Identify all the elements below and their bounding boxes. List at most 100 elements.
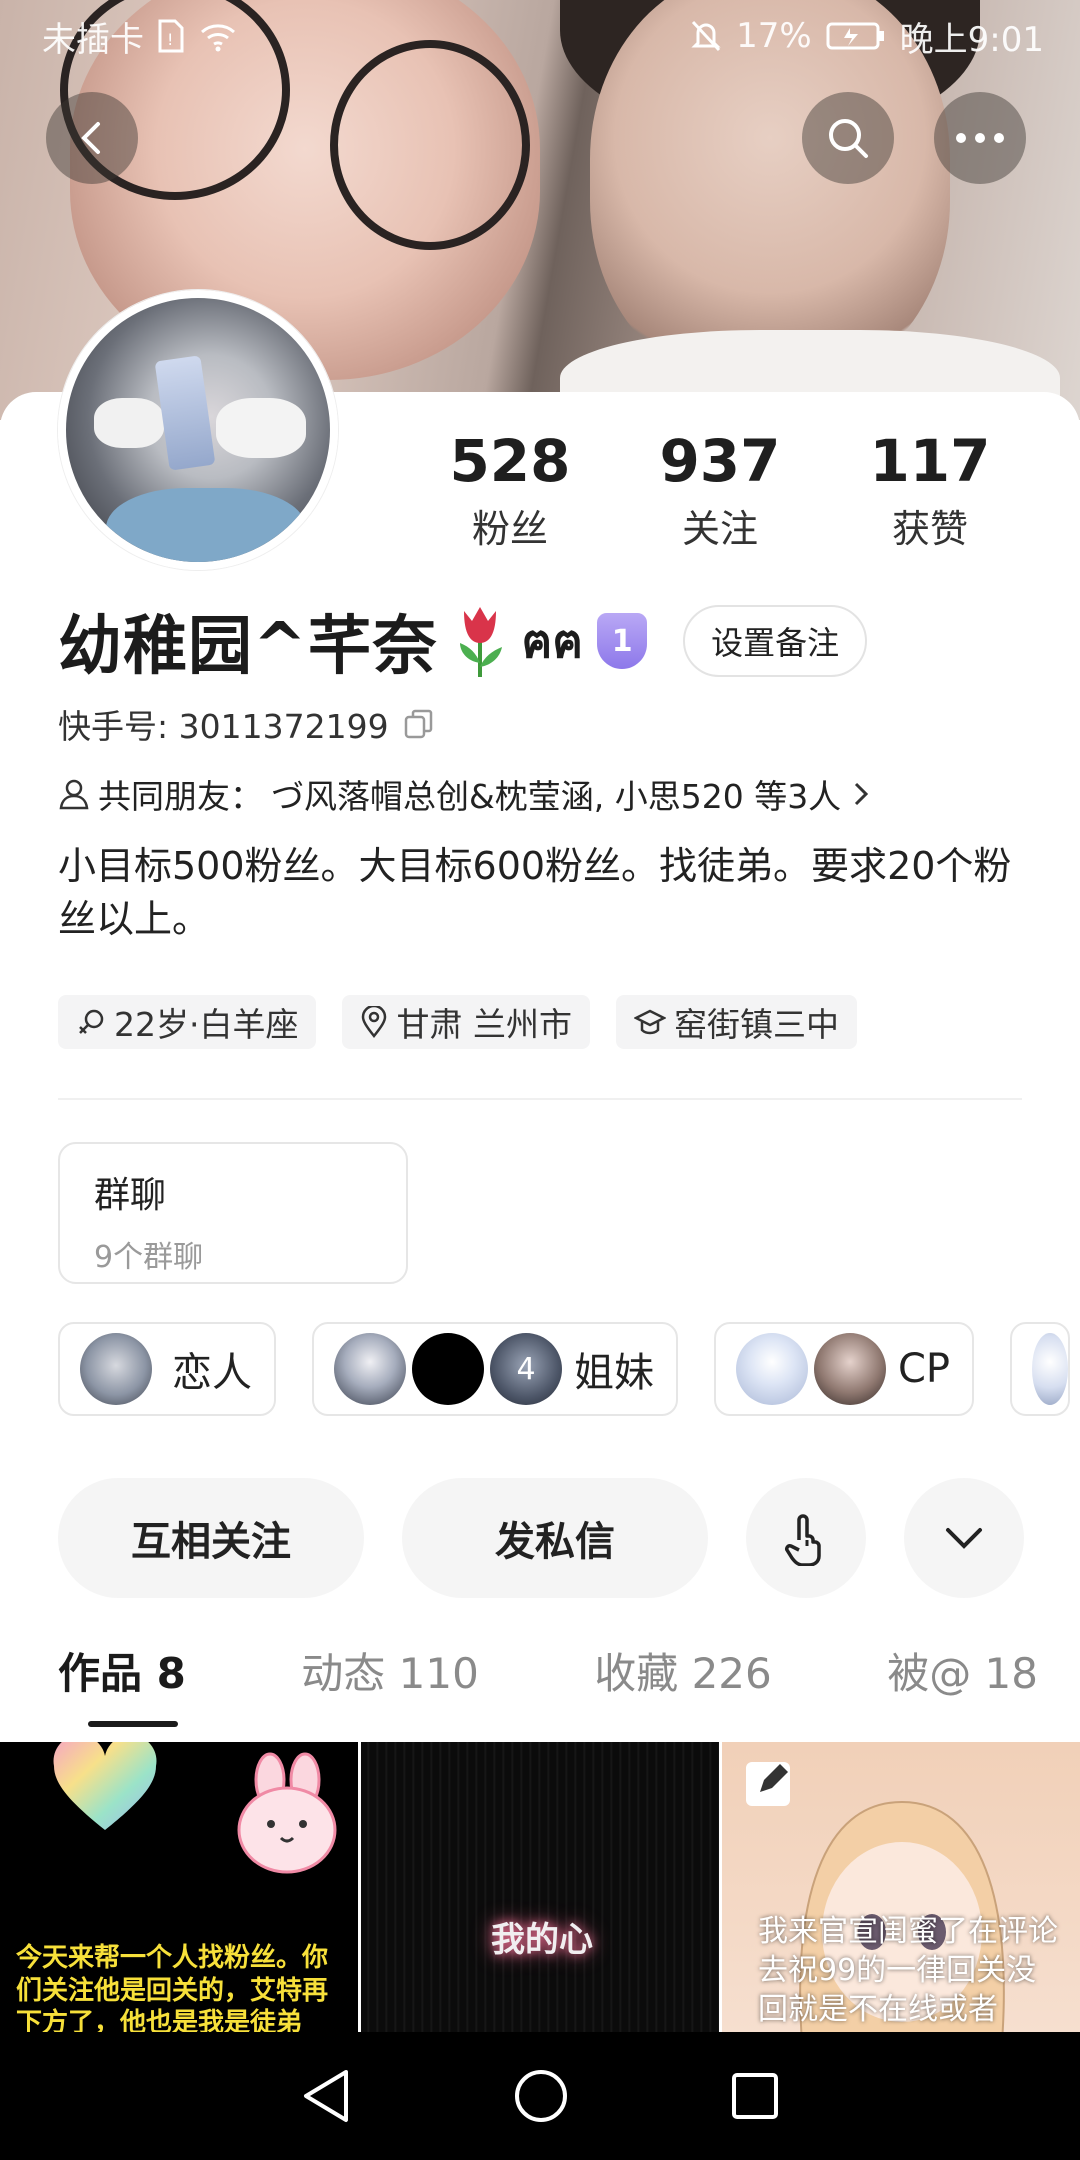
set-remark-button[interactable]: 设置备注 [683, 605, 868, 677]
tap-hand-icon [785, 1514, 821, 1566]
relation-sisters[interactable]: 4 姐妹 [312, 1322, 678, 1416]
group-subtitle: 9个群聊 [94, 1240, 204, 1275]
tab-favorites[interactable]: 收藏 226 [594, 1640, 772, 1727]
relation-cp[interactable]: CP [714, 1322, 975, 1416]
uid-label: 快手号: [58, 707, 169, 746]
search-icon [829, 119, 868, 158]
stat-followers[interactable]: 528 粉丝 [420, 427, 600, 553]
work-thumbnail[interactable]: 我来官宣闺蜜了在评论去祝99的一律回关没回就是不在线或者 [722, 1742, 1080, 2032]
more-dots-icon [956, 133, 1004, 143]
avatar [334, 1333, 406, 1405]
mutual-text: づ风落帽总创&枕莹涵, 小思520 等3人 [271, 777, 842, 816]
tag-age: 22岁·白羊座 [58, 995, 317, 1049]
relations-row: 恋人 4 姐妹 CP [58, 1322, 1071, 1416]
group-title: 群聊 [94, 1175, 167, 1216]
relation-chip-partial[interactable] [1010, 1322, 1071, 1416]
back-button[interactable] [46, 92, 138, 184]
divider [58, 1098, 1022, 1100]
gender-female-icon [79, 1009, 104, 1034]
level-badge-icon[interactable]: 1 [597, 613, 648, 669]
relation-label: CP [898, 1346, 951, 1392]
location-pin-icon [362, 1006, 387, 1038]
tag-label: 22岁·白羊座 [114, 1005, 299, 1044]
svg-text:!: ! [167, 30, 173, 49]
nav-recents-icon[interactable] [730, 2071, 780, 2121]
avatar [736, 1333, 808, 1405]
more-button[interactable] [934, 92, 1026, 184]
stat-likes[interactable]: 117 获赞 [840, 427, 1020, 553]
copy-icon[interactable] [403, 708, 435, 740]
stat-value: 528 [449, 427, 571, 495]
tab-works[interactable]: 作品 8 [58, 1640, 186, 1727]
uid-row: 快手号: 3011372199 [58, 700, 435, 748]
chevron-down-icon [946, 1528, 982, 1549]
rainbow-heart-icon [53, 1742, 157, 1830]
stat-label: 关注 [681, 506, 758, 551]
kaomoji-text: ฅฅ [521, 613, 584, 668]
sim-icon: ! [158, 19, 184, 53]
work-thumbnail[interactable]: 我的心 [361, 1742, 719, 2032]
name-row: 幼稚园^芊奈 ฅฅ 1 设置备注 [58, 595, 868, 687]
avatar [814, 1333, 886, 1405]
stat-following[interactable]: 937 关注 [630, 427, 810, 553]
relation-label: 姐妹 [574, 1350, 654, 1396]
search-button[interactable] [802, 92, 894, 184]
edit-icon [746, 1762, 790, 1806]
back-arrow-icon [81, 122, 100, 154]
action-buttons: 互相关注 发私信 [58, 1478, 1024, 1598]
tab-moments[interactable]: 动态 110 [301, 1640, 479, 1727]
avatar-more: 4 [490, 1333, 562, 1405]
profile-bio: 小目标500粉丝。大目标600粉丝。找徒弟。要求20个粉丝以上。 [58, 844, 1012, 942]
tag-label: 窑街镇三中 [673, 1005, 839, 1044]
bunny-sticker-icon [237, 1752, 337, 1874]
content-tabs: 作品 8 动态 110 收藏 226 被@ 18 [58, 1640, 1038, 1727]
mutual-friends-row[interactable]: 共同朋友： づ风落帽总创&枕莹涵, 小思520 等3人 [58, 770, 873, 818]
carrier-text: 未插卡 [42, 19, 144, 60]
chevron-right-icon [855, 782, 869, 806]
works-grid: 今天来帮一个人找粉丝。你们关注他是回关的，艾特再下方了，他也是我是徒弟 我的心 … [0, 1742, 1080, 2032]
group-chat-card[interactable]: 群聊 9个群聊 [58, 1142, 408, 1284]
stat-value: 937 [659, 427, 781, 495]
uid-value: 3011372199 [178, 707, 389, 746]
poke-button[interactable] [746, 1478, 866, 1598]
relation-lover[interactable]: 恋人 [58, 1322, 276, 1416]
tag-location: 甘肃 兰州市 [342, 995, 590, 1049]
wifi-icon [201, 24, 235, 52]
thumbnail-caption: 今天来帮一个人找粉丝。你们关注他是回关的，艾特再下方了，他也是我是徒弟 [16, 1943, 329, 2032]
school-cap-icon [633, 1009, 666, 1035]
thumbnail-caption: 我来官宣闺蜜了在评论去祝99的一律回关没回就是不在线或者 [758, 1914, 1058, 2027]
battery-charging-icon [826, 22, 884, 50]
avatar [1032, 1333, 1069, 1405]
profile-tags: 22岁·白羊座 甘肃 兰州市 窑街镇三中 [58, 995, 857, 1049]
profile-screen: 未插卡 ! 17% 晚上9:01 528 粉丝 937 关注 117 获赞 幼稚… [0, 0, 1080, 2160]
mutual-follow-button[interactable]: 互相关注 [58, 1478, 364, 1598]
person-icon [59, 779, 89, 810]
status-bar: 未插卡 ! 17% 晚上9:01 [0, 0, 1080, 72]
avatar-more-count: 4 [516, 1351, 536, 1387]
expand-button[interactable] [904, 1478, 1024, 1598]
tab-mentions[interactable]: 被@ 18 [887, 1640, 1038, 1727]
stat-value: 117 [869, 427, 991, 495]
battery-text: 17% [736, 16, 812, 56]
avatar[interactable] [58, 290, 338, 570]
mutual-label: 共同朋友： [98, 777, 263, 816]
profile-name: 幼稚园^芊奈 [58, 610, 438, 684]
avatar [80, 1333, 152, 1405]
stat-label: 粉丝 [471, 506, 548, 551]
system-nav-bar [0, 2032, 1080, 2160]
stats-row: 528 粉丝 937 关注 117 获赞 [420, 427, 1020, 553]
work-thumbnail[interactable]: 今天来帮一个人找粉丝。你们关注他是回关的，艾特再下方了，他也是我是徒弟 [0, 1742, 358, 2032]
nav-back-icon[interactable] [300, 2068, 352, 2124]
badge-level: 1 [611, 623, 633, 659]
tulip-icon [459, 607, 502, 677]
thumbnail-caption: 我的心 [491, 1920, 593, 1960]
mute-bell-icon [691, 20, 721, 52]
send-message-button[interactable]: 发私信 [402, 1478, 708, 1598]
nav-home-icon[interactable] [513, 2068, 569, 2124]
tag-label: 甘肃 兰州市 [396, 1005, 572, 1044]
clock-text: 晚上9:01 [899, 19, 1044, 60]
tag-school: 窑街镇三中 [615, 995, 857, 1049]
relation-label: 恋人 [172, 1350, 252, 1396]
stat-label: 获赞 [891, 506, 968, 551]
avatar [412, 1333, 484, 1405]
